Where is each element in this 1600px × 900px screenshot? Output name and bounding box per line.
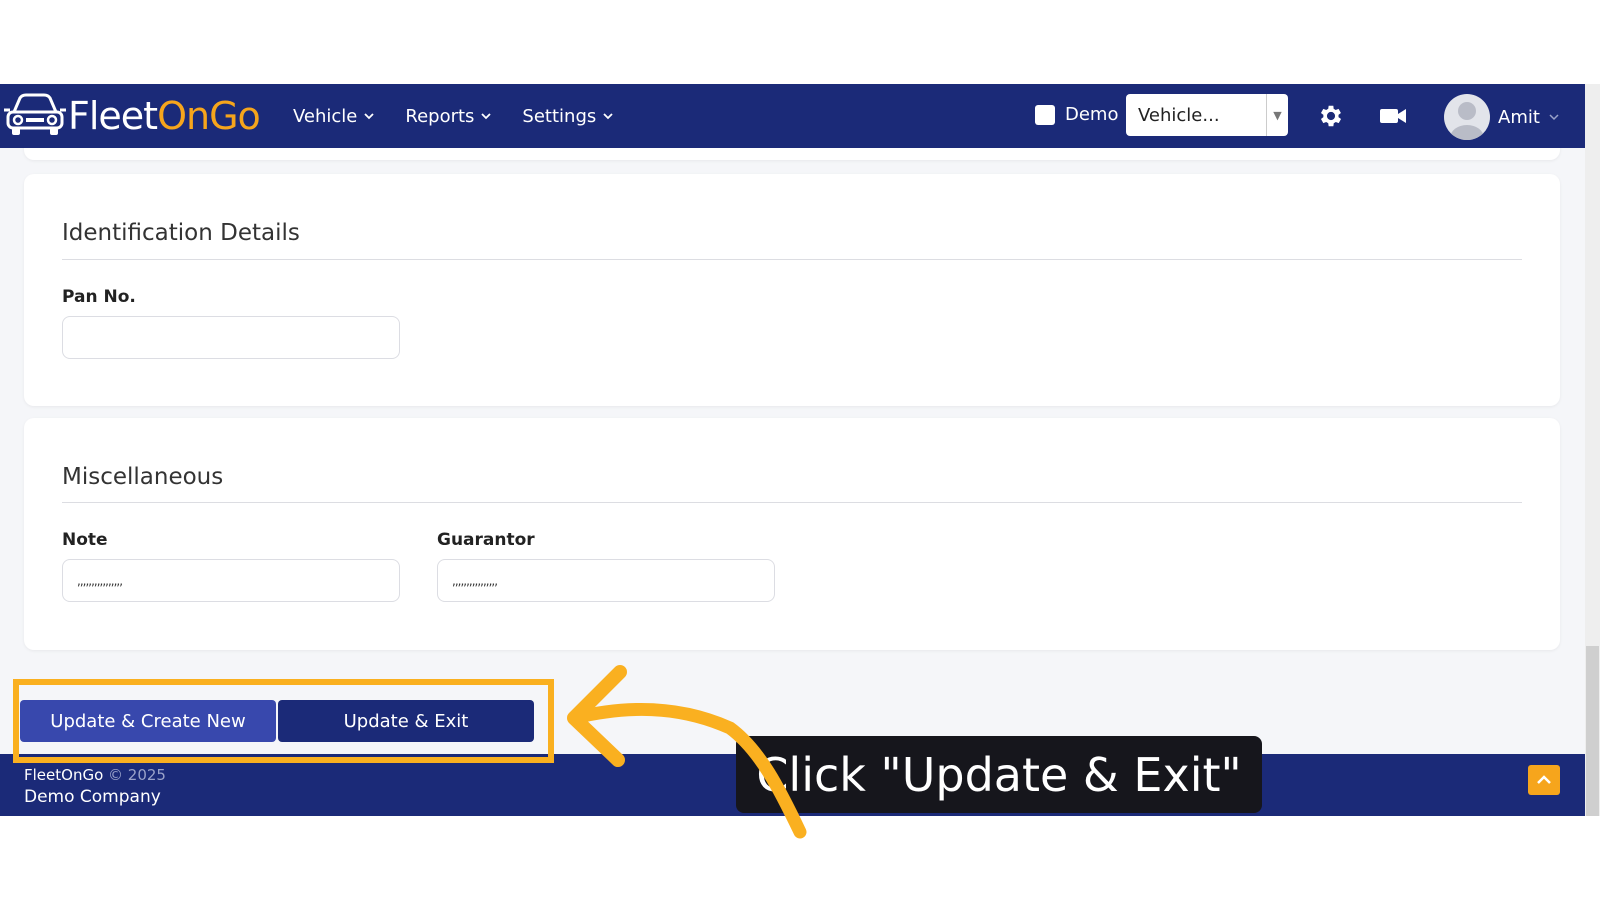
guarantor-label: Guarantor xyxy=(437,530,535,550)
main-menu: Vehicle Reports Settings xyxy=(293,84,614,148)
section-divider xyxy=(62,259,1522,260)
top-navbar: FleetOnGo Vehicle Reports Settings Demo … xyxy=(0,84,1585,148)
menu-vehicle-label: Vehicle xyxy=(293,105,358,127)
select-arrow-icon: ▼ xyxy=(1266,94,1288,136)
demo-checkbox[interactable] xyxy=(1035,104,1055,125)
settings-button[interactable] xyxy=(1315,100,1347,132)
identification-title: Identification Details xyxy=(62,220,300,246)
gear-icon xyxy=(1320,105,1342,127)
tutorial-callout: Click "Update & Exit" xyxy=(736,736,1262,813)
menu-reports-label: Reports xyxy=(405,105,475,127)
page-scrollbar[interactable] xyxy=(1585,84,1600,816)
vehicle-select-value: Vehicle... xyxy=(1138,104,1220,126)
pan-input[interactable] xyxy=(62,316,400,359)
chevron-down-icon xyxy=(603,113,613,120)
video-camera-icon xyxy=(1380,109,1406,123)
video-button[interactable] xyxy=(1377,100,1409,132)
chevron-down-icon xyxy=(364,113,375,120)
chevron-down-icon xyxy=(1549,114,1559,121)
chevron-down-icon xyxy=(481,113,492,120)
tutorial-highlight-box xyxy=(13,679,554,763)
identification-card: Identification Details Pan No. xyxy=(24,174,1560,406)
user-avatar-icon xyxy=(1444,94,1490,140)
user-name: Amit xyxy=(1498,106,1540,128)
logo-text: FleetOnGo xyxy=(68,94,261,138)
menu-reports[interactable]: Reports xyxy=(405,106,492,127)
menu-settings[interactable]: Settings xyxy=(522,106,614,127)
chevron-up-icon xyxy=(1537,775,1551,784)
vehicle-select[interactable]: Vehicle... ▼ xyxy=(1126,94,1288,136)
car-logo-icon xyxy=(4,93,66,135)
footer-brand-line: FleetOnGo © 2025 xyxy=(24,766,166,784)
logo-text-ongo: OnGo xyxy=(157,94,261,138)
menu-vehicle[interactable]: Vehicle xyxy=(293,106,375,127)
user-menu[interactable]: Amit xyxy=(1444,94,1560,140)
footer-company: Demo Company xyxy=(24,787,161,807)
guarantor-input[interactable]: ,,,,,,,,,,,,,,,, xyxy=(437,559,775,602)
menu-settings-label: Settings xyxy=(522,105,597,127)
section-divider xyxy=(62,502,1522,503)
note-input[interactable]: ,,,,,,,,,,,,,,,, xyxy=(62,559,400,602)
demo-label: Demo xyxy=(1065,104,1119,125)
miscellaneous-title: Miscellaneous xyxy=(62,464,224,490)
footer-copyright: © 2025 xyxy=(108,766,166,784)
scrollbar-thumb[interactable] xyxy=(1586,646,1599,816)
pan-label: Pan No. xyxy=(62,287,136,307)
demo-toggle[interactable]: Demo xyxy=(1035,104,1118,125)
scroll-to-top-button[interactable] xyxy=(1528,765,1560,795)
miscellaneous-card: Miscellaneous Note ,,,,,,,,,,,,,,,, Guar… xyxy=(24,418,1560,650)
screenshot-stage: Identification Details Pan No. Miscellan… xyxy=(0,0,1600,900)
logo-text-fleet: Fleet xyxy=(68,94,158,138)
fleetongo-logo[interactable]: FleetOnGo xyxy=(4,90,261,142)
note-label: Note xyxy=(62,530,108,550)
footer-brand: FleetOnGo xyxy=(24,766,104,784)
